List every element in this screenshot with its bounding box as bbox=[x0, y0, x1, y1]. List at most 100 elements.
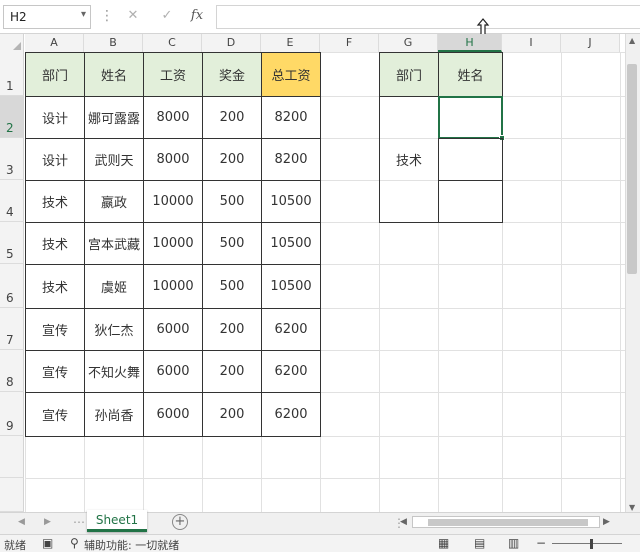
zoom-slider[interactable] bbox=[552, 543, 622, 544]
table-cell[interactable]: 6200 bbox=[261, 392, 321, 437]
row-header[interactable]: 9 bbox=[0, 392, 24, 436]
zoom-slider-thumb[interactable] bbox=[590, 539, 593, 549]
table-cell[interactable]: 10000 bbox=[143, 222, 203, 265]
formula-input[interactable] bbox=[216, 5, 640, 29]
table-header-cell[interactable]: 姓名 bbox=[84, 52, 144, 97]
normal-view-icon[interactable]: ▦ bbox=[438, 536, 449, 550]
table-cell[interactable]: 10000 bbox=[143, 180, 203, 223]
column-header-d[interactable]: D bbox=[202, 34, 261, 52]
table-cell[interactable]: 500 bbox=[202, 264, 262, 309]
table-cell[interactable]: 8200 bbox=[261, 138, 321, 181]
column-header-c[interactable]: C bbox=[143, 34, 202, 52]
row-header[interactable]: 7 bbox=[0, 308, 24, 350]
page-break-icon[interactable]: ▥ bbox=[508, 536, 519, 550]
table-cell[interactable]: 娜可露露 bbox=[84, 96, 144, 139]
table-cell[interactable]: 宫本武藏 bbox=[84, 222, 144, 265]
table-cell[interactable]: 10500 bbox=[261, 222, 321, 265]
table-header-cell[interactable]: 总工资 bbox=[261, 52, 321, 97]
column-header-h[interactable]: H bbox=[438, 34, 502, 52]
row-header[interactable] bbox=[0, 478, 24, 512]
page-layout-icon[interactable]: ▤ bbox=[474, 536, 485, 550]
horizontal-scroll-thumb[interactable] bbox=[428, 519, 588, 526]
table-cell[interactable]: 设计 bbox=[25, 96, 85, 139]
prev-sheet-icon[interactable]: ◀ bbox=[18, 517, 25, 527]
chevron-down-icon[interactable]: ▾ bbox=[81, 9, 86, 20]
row-header[interactable] bbox=[0, 436, 24, 478]
table-cell[interactable]: 嬴政 bbox=[84, 180, 144, 223]
column-header-a[interactable]: A bbox=[25, 34, 84, 52]
row-header[interactable]: 4 bbox=[0, 180, 24, 222]
row-header[interactable]: 2 bbox=[0, 96, 24, 138]
scroll-right-icon[interactable]: ▶ bbox=[603, 517, 610, 527]
table-cell[interactable]: 8200 bbox=[261, 96, 321, 139]
table-cell[interactable]: 技术 bbox=[25, 222, 85, 265]
table-cell[interactable]: 200 bbox=[202, 392, 262, 437]
table-cell[interactable]: 6000 bbox=[143, 392, 203, 437]
table-cell[interactable]: 宣传 bbox=[25, 392, 85, 437]
name-box[interactable]: H2 ▾ bbox=[3, 5, 91, 29]
table-cell[interactable]: 设计 bbox=[25, 138, 85, 181]
select-all-corner[interactable] bbox=[0, 34, 24, 52]
lookup-header-cell[interactable]: 姓名 bbox=[438, 52, 503, 97]
table-cell[interactable]: 500 bbox=[202, 180, 262, 223]
scroll-left-icon[interactable]: ◀ bbox=[400, 517, 407, 527]
table-cell[interactable]: 孙尚香 bbox=[84, 392, 144, 437]
table-cell[interactable]: 500 bbox=[202, 222, 262, 265]
vertical-scroll-thumb[interactable] bbox=[627, 64, 637, 274]
table-cell[interactable]: 200 bbox=[202, 138, 262, 181]
more-sheets-icon[interactable]: ⋯ bbox=[73, 515, 85, 529]
accessibility-icon[interactable]: ⚲ bbox=[70, 536, 79, 550]
accessibility-status[interactable]: 辅助功能: 一切就绪 bbox=[84, 537, 179, 553]
scroll-up-icon[interactable]: ▲ bbox=[629, 36, 635, 45]
lookup-name-cell[interactable] bbox=[438, 138, 503, 181]
table-cell[interactable]: 6200 bbox=[261, 350, 321, 393]
fx-icon[interactable]: fx bbox=[186, 6, 208, 26]
table-cell[interactable]: 10500 bbox=[261, 264, 321, 309]
lookup-department-cell[interactable]: 技术 bbox=[379, 96, 439, 223]
sheet-tab-sheet1[interactable]: Sheet1 bbox=[87, 510, 147, 532]
lookup-header-cell[interactable]: 部门 bbox=[379, 52, 439, 97]
macro-record-icon[interactable]: ▣ bbox=[42, 536, 53, 550]
column-header-f[interactable]: F bbox=[320, 34, 379, 52]
table-cell[interactable]: 200 bbox=[202, 96, 262, 139]
row-header[interactable]: 1 bbox=[0, 52, 24, 96]
table-cell[interactable]: 虞姬 bbox=[84, 264, 144, 309]
table-cell[interactable]: 6200 bbox=[261, 308, 321, 351]
table-cell[interactable]: 8000 bbox=[143, 138, 203, 181]
row-header[interactable]: 3 bbox=[0, 138, 24, 180]
table-cell[interactable]: 6000 bbox=[143, 308, 203, 351]
table-cell[interactable]: 200 bbox=[202, 308, 262, 351]
table-cell[interactable]: 技术 bbox=[25, 180, 85, 223]
table-cell[interactable]: 宣传 bbox=[25, 308, 85, 351]
table-cell[interactable]: 狄仁杰 bbox=[84, 308, 144, 351]
row-header[interactable]: 6 bbox=[0, 264, 24, 308]
lookup-name-cell[interactable] bbox=[438, 180, 503, 223]
column-header-j[interactable]: J bbox=[561, 34, 620, 52]
table-header-cell[interactable]: 部门 bbox=[25, 52, 85, 97]
zoom-out-icon[interactable]: − bbox=[536, 536, 546, 550]
row-header[interactable]: 5 bbox=[0, 222, 24, 264]
table-cell[interactable]: 宣传 bbox=[25, 350, 85, 393]
table-cell[interactable]: 6000 bbox=[143, 350, 203, 393]
column-header-g[interactable]: G bbox=[379, 34, 438, 52]
column-header-i[interactable]: I bbox=[502, 34, 561, 52]
cell-value: 宫本武藏 bbox=[87, 238, 140, 253]
scroll-down-icon[interactable]: ▼ bbox=[629, 503, 635, 512]
table-cell[interactable]: 8000 bbox=[143, 96, 203, 139]
table-cell[interactable]: 10000 bbox=[143, 264, 203, 309]
column-header-b[interactable]: B bbox=[84, 34, 143, 52]
next-sheet-icon[interactable]: ▶ bbox=[44, 517, 51, 527]
table-cell[interactable]: 10500 bbox=[261, 180, 321, 223]
row-header[interactable]: 8 bbox=[0, 350, 24, 392]
add-sheet-button[interactable]: + bbox=[172, 514, 188, 530]
table-cell[interactable]: 不知火舞 bbox=[84, 350, 144, 393]
table-cell[interactable]: 武则天 bbox=[84, 138, 144, 181]
table-cell[interactable]: 技术 bbox=[25, 264, 85, 309]
column-header-e[interactable]: E bbox=[261, 34, 320, 52]
table-header-cell[interactable]: 奖金 bbox=[202, 52, 262, 97]
active-cell-h2[interactable] bbox=[438, 96, 505, 141]
table-header-cell[interactable]: 工资 bbox=[143, 52, 203, 97]
check-icon[interactable]: ✓ bbox=[156, 6, 178, 26]
table-cell[interactable]: 200 bbox=[202, 350, 262, 393]
close-icon[interactable]: ✕ bbox=[122, 6, 144, 26]
